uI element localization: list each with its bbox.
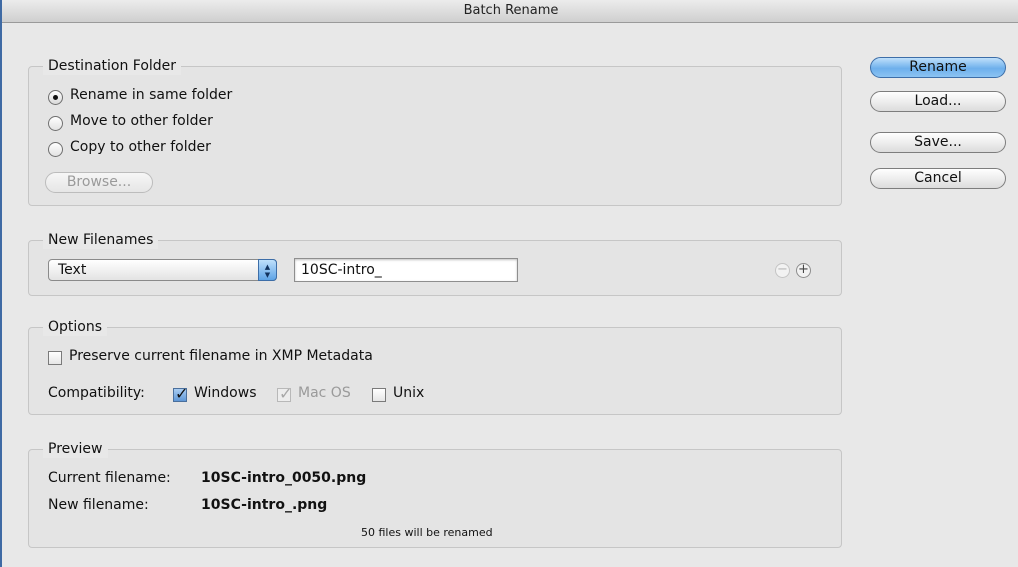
files-renamed-summary: 50 files will be renamed [361, 526, 493, 539]
options-group: Options Preserve current filename in XMP… [28, 318, 842, 415]
unix-label[interactable]: Unix [393, 385, 424, 401]
filename-type-select[interactable]: Text ▲ ▼ [48, 259, 277, 281]
minus-circle-icon[interactable]: − [775, 263, 790, 278]
cancel-button[interactable]: Cancel [870, 168, 1006, 189]
new-filenames-group: New Filenames Text ▲ ▼ 10SC-intro_ − + [28, 231, 842, 296]
rename-button[interactable]: Rename [870, 57, 1006, 78]
rename-same-folder-radio[interactable] [48, 90, 63, 105]
batch-rename-dialog: Batch Rename Destination Folder Rename i… [0, 0, 1018, 567]
macos-checkbox [277, 384, 292, 403]
windows-label[interactable]: Windows [194, 385, 257, 401]
rename-same-folder-label[interactable]: Rename in same folder [70, 87, 232, 103]
new-filename-value: 10SC-intro_.png [201, 497, 328, 513]
macos-label: Mac OS [298, 385, 351, 401]
filename-type-value: Text [58, 262, 87, 278]
current-filename-value: 10SC-intro_0050.png [201, 470, 367, 486]
new-filenames-title: New Filenames [43, 231, 159, 249]
filename-text-input[interactable]: 10SC-intro_ [294, 258, 518, 282]
compatibility-label: Compatibility: [48, 385, 145, 401]
destination-folder-group: Destination Folder Rename in same folder… [28, 57, 842, 206]
browse-button[interactable]: Browse... [45, 172, 153, 193]
move-other-folder-radio[interactable] [48, 116, 63, 131]
windows-checkbox[interactable] [173, 384, 188, 403]
copy-other-folder-radio[interactable] [48, 142, 63, 157]
destination-folder-title: Destination Folder [43, 57, 182, 75]
window-title: Batch Rename [2, 0, 1018, 23]
new-filename-label: New filename: [48, 497, 149, 513]
save-button[interactable]: Save... [870, 132, 1006, 153]
options-title: Options [43, 318, 108, 336]
unix-checkbox[interactable] [372, 388, 386, 402]
preview-title: Preview [43, 440, 108, 458]
current-filename-label: Current filename: [48, 470, 171, 486]
load-button[interactable]: Load... [870, 91, 1006, 112]
plus-circle-icon[interactable]: + [796, 263, 811, 278]
copy-other-folder-label[interactable]: Copy to other folder [70, 139, 211, 155]
select-updown-icon: ▲ ▼ [258, 259, 277, 281]
preview-group: Preview Current filename: 10SC-intro_005… [28, 440, 842, 548]
preserve-filename-checkbox[interactable] [48, 351, 62, 365]
move-other-folder-label[interactable]: Move to other folder [70, 113, 213, 129]
preserve-filename-label[interactable]: Preserve current filename in XMP Metadat… [69, 348, 373, 364]
